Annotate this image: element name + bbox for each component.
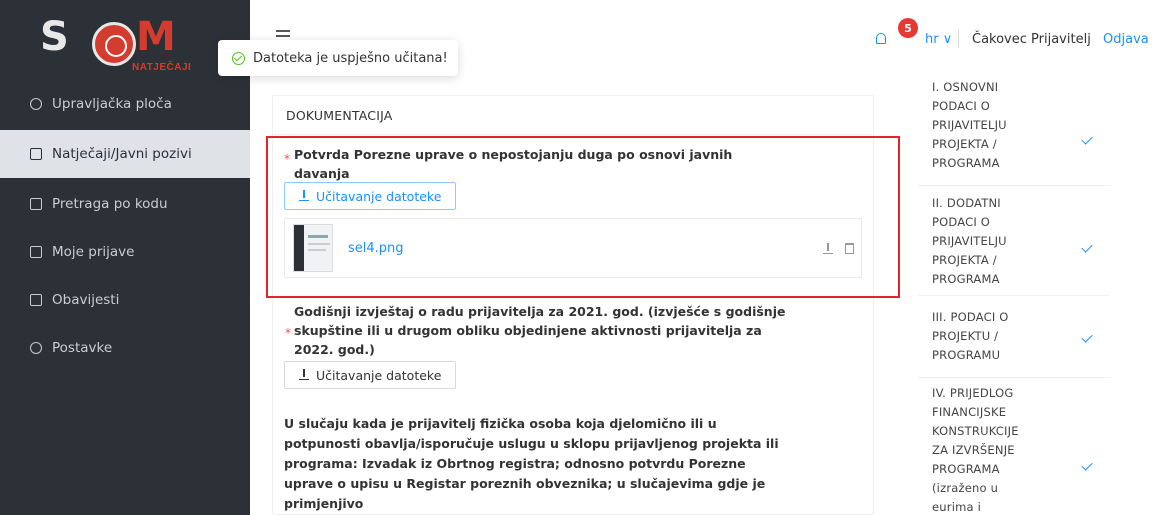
step-item[interactable]: III. PODACI O PROJEKTU / PROGRAMU: [918, 296, 1110, 378]
sidebar-item-tenders[interactable]: Natječaji/Javni pozivi: [0, 130, 250, 178]
steps-panel: I. OSNOVNI PODACI O PRIJAVITELJU PROJEKTA /…: [918, 78, 1110, 515]
sidebar-item-label: Moje prijave: [52, 244, 135, 260]
required-marker: *: [285, 326, 291, 340]
check-icon: [1081, 241, 1093, 253]
app-logo[interactable]: S M NATJEČAJI: [40, 14, 210, 80]
check-icon: [1081, 459, 1093, 471]
upload-icon: [299, 369, 309, 380]
label-line: primjenjivo: [284, 496, 364, 511]
code-search-icon: [30, 198, 42, 210]
file-thumbnail[interactable]: [293, 224, 333, 272]
sidebar-item-code-search[interactable]: Pretraga po kodu: [0, 180, 250, 228]
upload-button-label: Učitavanje datoteke: [316, 367, 442, 383]
question-label: Godišnji izvještaj o radu prijavitelja z…: [294, 302, 785, 359]
dashboard-icon: [30, 98, 42, 110]
toast-message: Datoteka je uspješno učitana!: [253, 50, 448, 66]
settings-icon: [30, 342, 42, 354]
language-selector[interactable]: hr ∨: [925, 32, 952, 47]
label-line: Godišnji izvještaj o radu prijavitelja z…: [294, 304, 786, 319]
success-toast: Datoteka je uspješno učitana!: [218, 40, 458, 76]
check-circle-icon: [232, 51, 245, 65]
step-item[interactable]: IV. PRIJEDLOG FINANCIJSKE KONSTRUKCIJE ZA I…: [918, 378, 1110, 515]
logo-letter-s: S: [40, 14, 69, 60]
sidebar-item-dashboard[interactable]: Upravljačka ploča: [0, 80, 250, 128]
sidebar-item-label: Natječaji/Javni pozivi: [52, 146, 192, 162]
label-line: programa: Izvadak iz Obrtnog registra; o…: [284, 456, 746, 471]
sidebar-item-my-applications[interactable]: Moje prijave: [0, 228, 250, 276]
step-label: II. DODATNI PODACI O PRIJAVITELJU PROJEKTA …: [932, 196, 1007, 286]
logo-letter-m: M: [136, 14, 176, 60]
sidebar-nav: Upravljačka ploča Natječaji/Javni pozivi…: [0, 80, 250, 372]
step-item[interactable]: I. OSNOVNI PODACI O PRIJAVITELJU PROJEKTA /…: [918, 78, 1110, 186]
check-icon: [1081, 133, 1093, 145]
sidebar-item-label: Upravljačka ploča: [52, 96, 172, 112]
sidebar-item-label: Postavke: [52, 340, 113, 356]
label-line: Potvrda Porezne uprave o nepostojanju du…: [294, 147, 733, 162]
step-label: I. OSNOVNI PODACI O PRIJAVITELJU PROJEKTA /…: [932, 80, 1007, 170]
folder-icon: [30, 148, 42, 160]
section-title: DOKUMENTACIJA: [286, 108, 393, 123]
check-icon: [1081, 331, 1093, 343]
download-icon[interactable]: [823, 243, 833, 254]
upload-button-label: Učitavanje datoteke: [316, 188, 442, 204]
label-line: uprave o upisu u Registar poreznih obvez…: [284, 476, 766, 491]
sidebar-item-label: Obavijesti: [52, 292, 120, 308]
section-divider: [273, 134, 875, 135]
label-line: potpunosti obavlja/isporučuje uslugu u s…: [284, 436, 779, 451]
header-divider: [958, 30, 959, 48]
sidebar-item-settings[interactable]: Postavke: [0, 324, 250, 372]
bell-icon: [30, 294, 42, 306]
user-name[interactable]: Čakovec Prijavitelj: [972, 32, 1091, 47]
step-item[interactable]: II. DODATNI PODACI O PRIJAVITELJU PROJEKTA …: [918, 186, 1110, 296]
step-label: IV. PRIJEDLOG FINANCIJSKE KONSTRUKCIJE ZA I…: [932, 386, 1019, 514]
label-line: U slučaju kada je prijavitelj fizička os…: [284, 416, 717, 431]
file-name-link[interactable]: sel4.png: [348, 241, 404, 256]
sidebar-item-label: Pretraga po kodu: [52, 196, 168, 212]
label-line: davanja: [294, 166, 350, 181]
notification-bell-icon[interactable]: [876, 33, 886, 44]
uploaded-file-item: sel4.png: [284, 218, 862, 278]
document-icon: [30, 246, 42, 258]
logo-subtitle: NATJEČAJI: [132, 62, 192, 73]
step-label: III. PODACI O PROJEKTU / PROGRAMU: [932, 310, 1009, 362]
delete-icon[interactable]: [845, 243, 854, 254]
logo-ring-icon: [92, 22, 136, 66]
notification-count-badge: 5: [898, 18, 918, 38]
question-label: Potvrda Porezne uprave o nepostojanju du…: [294, 145, 732, 183]
question-label: U slučaju kada je prijavitelj fizička os…: [284, 414, 779, 514]
upload-icon: [299, 190, 309, 201]
label-line: skupštine ili u drugom obliku objedinjen…: [294, 323, 762, 338]
sidebar: S M NATJEČAJI Upravljačka ploča Natječaj…: [0, 0, 250, 515]
upload-button[interactable]: Učitavanje datoteke: [284, 361, 457, 389]
label-line: 2022. god.): [294, 342, 375, 357]
upload-button[interactable]: Učitavanje datoteke: [284, 182, 457, 210]
logout-link[interactable]: Odjava: [1103, 32, 1149, 47]
required-marker: *: [284, 152, 290, 166]
sidebar-item-notifications[interactable]: Obavijesti: [0, 276, 250, 324]
